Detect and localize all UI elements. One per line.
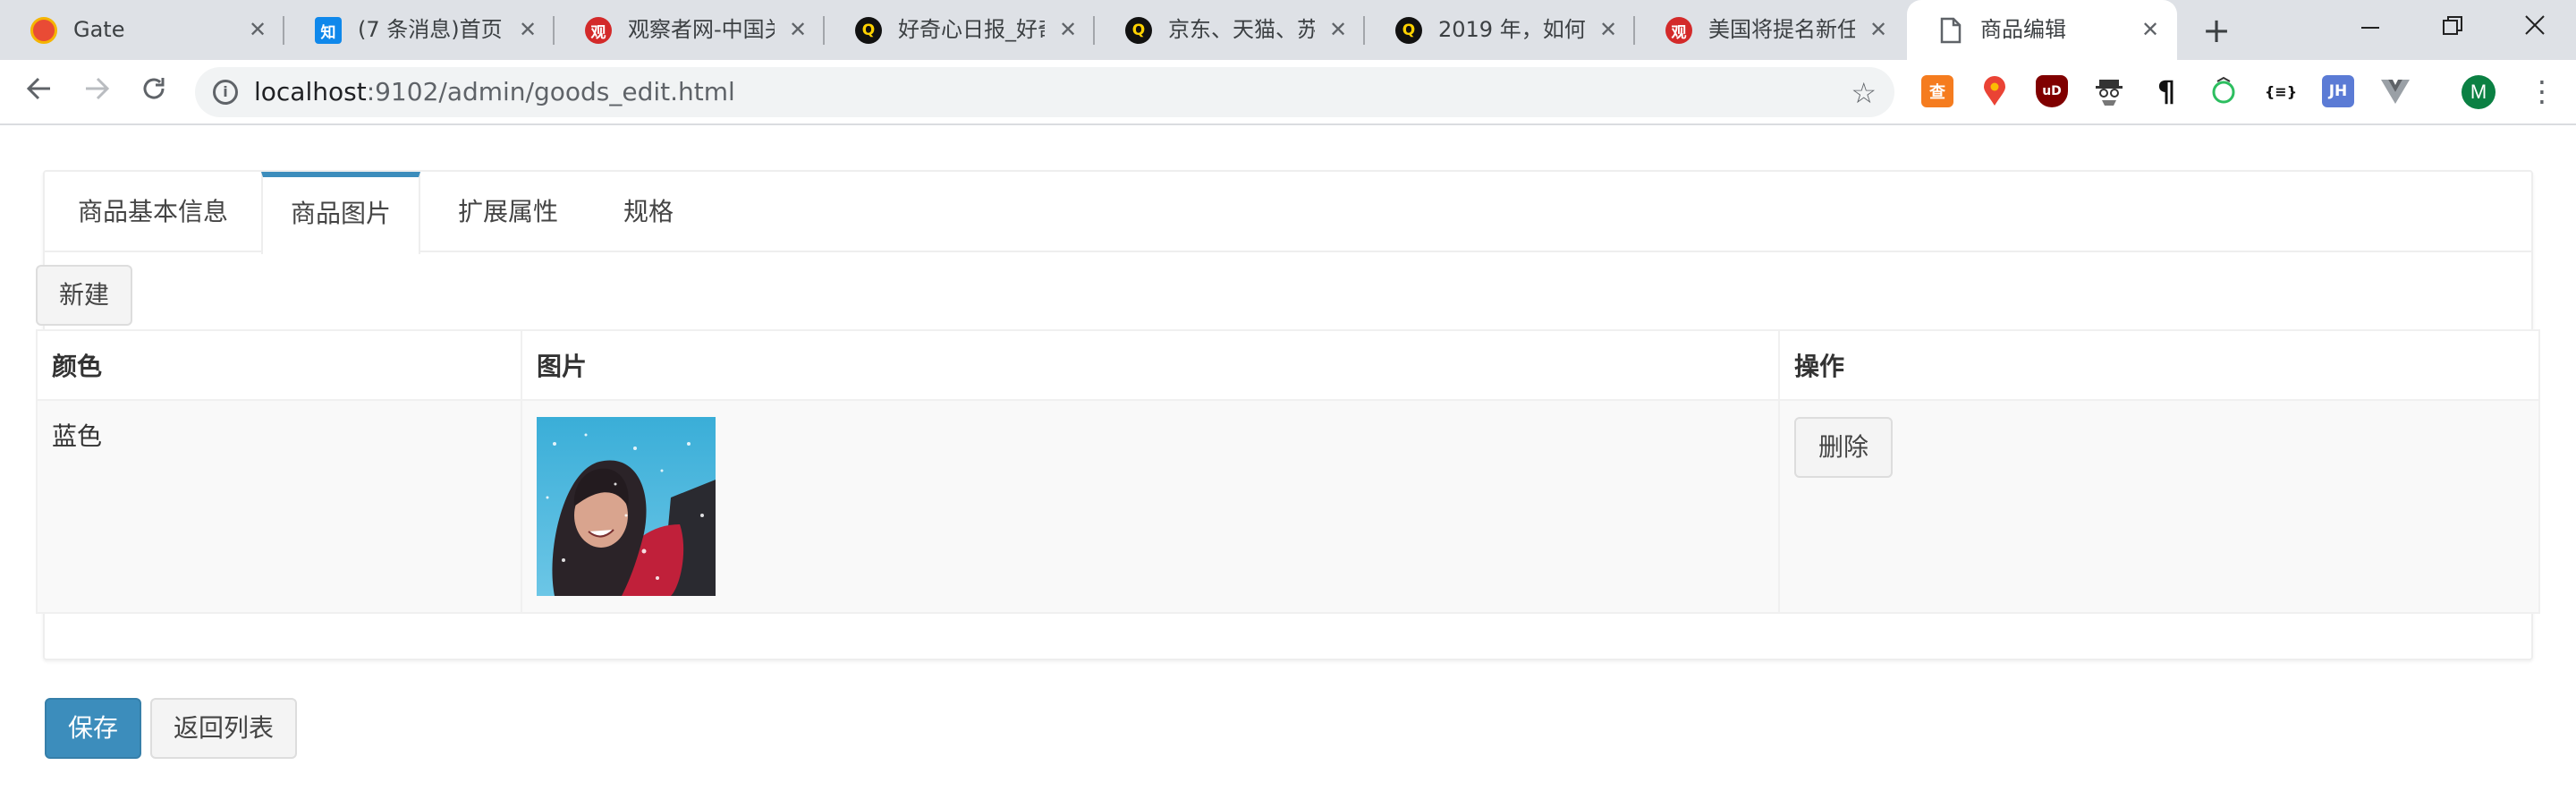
qdaily-favicon-icon: Q — [855, 17, 882, 44]
guancha-favicon-icon: 观 — [1665, 17, 1692, 44]
reload-icon — [143, 78, 165, 99]
browser-tab-usa[interactable]: 观 美国将提名新任驻 ✕ — [1635, 0, 1905, 60]
close-icon[interactable]: ✕ — [1326, 17, 1351, 42]
new-button[interactable]: 新建 — [36, 265, 132, 326]
save-button[interactable]: 保存 — [45, 698, 141, 759]
tab-specifications[interactable]: 规格 — [596, 172, 701, 252]
qdaily-favicon-icon: Q — [1125, 17, 1152, 44]
color-cell: 蓝色 — [36, 399, 522, 614]
url-text: localhost:9102/admin/goods_edit.html — [254, 78, 735, 106]
ublock-ext-icon[interactable]: uD — [2036, 75, 2068, 107]
tab-goods-images[interactable]: 商品图片 — [261, 172, 420, 254]
browser-tab-2019[interactable]: Q 2019 年，如何成 ✕ — [1365, 0, 1635, 60]
browser-toolbar: i localhost:9102/admin/goods_edit.html ☆ — [0, 60, 2576, 125]
tab-title: (7 条消息)首页 - — [358, 17, 504, 42]
zhihu-favicon-icon: 知 — [315, 17, 342, 44]
address-bar[interactable]: i localhost:9102/admin/goods_edit.html ☆ — [195, 67, 1894, 117]
column-header-action: 操作 — [1778, 329, 2540, 401]
json-ext-icon[interactable]: {≡} — [2265, 75, 2297, 107]
tab-title: 2019 年，如何成 — [1438, 17, 1585, 42]
tab-extended-attributes[interactable]: 扩展属性 — [420, 172, 596, 252]
url-path: :9102/admin/goods_edit.html — [366, 77, 735, 106]
guancha-favicon-icon: 观 — [585, 17, 612, 44]
tab-strip: Gate ✕ 知 (7 条消息)首页 - ✕ 观 观察者网-中国关 ✕ Q 好奇… — [0, 0, 2576, 60]
page-content: 商品基本信息 商品图片 扩展属性 规格 新建 颜色 图片 操作 蓝色 删除 保存… — [0, 127, 2576, 791]
browser-tab-jd[interactable]: Q 京东、天猫、苏宁 ✕ — [1095, 0, 1365, 60]
document-favicon-icon — [1937, 17, 1964, 44]
column-header-image: 图片 — [521, 329, 1780, 401]
tab-title: 美国将提名新任驻 — [1708, 17, 1855, 42]
tab-title: 京东、天猫、苏宁 — [1168, 17, 1315, 42]
table-header-row: 颜色 图片 操作 — [36, 329, 2540, 401]
browser-tab-zhihu[interactable]: 知 (7 条消息)首页 - ✕ — [284, 0, 555, 60]
tab-title: 商品编辑 — [1980, 17, 2066, 42]
delete-button[interactable]: 删除 — [1794, 417, 1893, 478]
qdaily-favicon-icon: Q — [1395, 17, 1422, 44]
new-tab-button[interactable]: + — [2197, 11, 2236, 50]
browser-tab-qdaily[interactable]: Q 好奇心日报_好奇 ✕ — [825, 0, 1095, 60]
goods-image-thumbnail — [537, 417, 716, 596]
close-icon[interactable]: ✕ — [2138, 17, 2163, 42]
pilcrow-ext-icon[interactable]: ¶ — [2150, 74, 2182, 108]
action-cell: 删除 — [1778, 399, 2540, 614]
close-icon[interactable]: ✕ — [1866, 17, 1891, 42]
gate-favicon-icon — [30, 17, 57, 44]
translate-ext-icon[interactable]: 查 — [1921, 75, 1953, 107]
more-menu-icon[interactable]: ⋮ — [2528, 72, 2556, 111]
arrow-right-icon — [86, 77, 110, 100]
jh-ext-icon[interactable]: JH — [2322, 75, 2354, 107]
tab-basic-info[interactable]: 商品基本信息 — [45, 172, 261, 252]
arrow-left-icon — [26, 77, 50, 100]
close-icon[interactable]: ✕ — [1596, 17, 1621, 42]
evernote-ext-icon[interactable] — [2207, 75, 2240, 107]
maps-ext-icon[interactable] — [1979, 75, 2011, 107]
browser-window: Gate ✕ 知 (7 条消息)首页 - ✕ 观 观察者网-中国关 ✕ Q 好奇… — [0, 0, 2576, 791]
browser-tab-gate[interactable]: Gate ✕ — [0, 0, 284, 60]
vue-ext-icon[interactable] — [2379, 75, 2411, 107]
close-icon[interactable]: ✕ — [785, 17, 810, 42]
browser-tab-guancha[interactable]: 观 观察者网-中国关 ✕ — [555, 0, 825, 60]
content-tabs: 商品基本信息 商品图片 扩展属性 规格 — [45, 172, 2531, 254]
bookmark-star-icon[interactable]: ☆ — [1851, 76, 1877, 110]
tab-title: 好奇心日报_好奇 — [898, 17, 1045, 42]
restore-button[interactable] — [2411, 0, 2494, 54]
forward-button[interactable] — [79, 74, 114, 110]
close-icon[interactable]: ✕ — [245, 17, 270, 42]
close-icon[interactable]: ✕ — [1055, 17, 1080, 42]
window-close-button[interactable] — [2494, 0, 2576, 54]
browser-tab-goods-edit[interactable]: 商品编辑 ✕ — [1907, 0, 2177, 60]
image-cell — [521, 399, 1780, 614]
table-row: 蓝色 删除 — [36, 399, 2540, 614]
url-host: localhost — [254, 77, 367, 106]
column-header-color: 颜色 — [36, 329, 522, 401]
tab-title: 观察者网-中国关 — [628, 17, 775, 42]
back-to-list-button[interactable]: 返回列表 — [150, 698, 297, 759]
tab-title: Gate — [73, 17, 125, 42]
images-table: 颜色 图片 操作 蓝色 删除 — [36, 329, 2540, 614]
close-icon[interactable]: ✕ — [515, 17, 540, 42]
info-icon[interactable]: i — [213, 80, 238, 105]
profile-avatar[interactable]: M — [2462, 75, 2496, 109]
spy-ext-icon[interactable] — [2093, 75, 2125, 107]
reload-button[interactable] — [136, 74, 172, 110]
minimize-button[interactable] — [2329, 0, 2411, 54]
back-button[interactable] — [21, 74, 57, 110]
